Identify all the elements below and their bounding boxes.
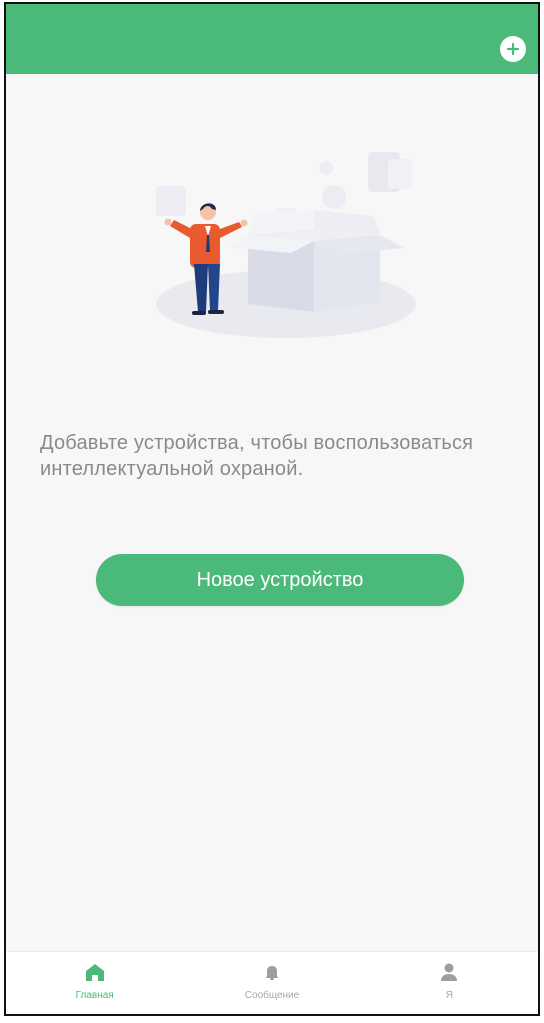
- empty-state-illustration: [136, 134, 426, 354]
- tab-home-label: Главная: [75, 990, 114, 1001]
- bell-icon: [266, 966, 278, 980]
- bottom-tab-bar: Главная Сообщение Я: [6, 951, 538, 1014]
- tab-home[interactable]: Главная: [6, 952, 183, 1014]
- app-screen: Добавьте устройства, чтобы воспользовать…: [4, 2, 540, 1016]
- user-icon: [441, 963, 458, 981]
- top-app-bar: [6, 4, 538, 74]
- plus-circle-icon: [506, 42, 520, 56]
- tab-messages-label: Сообщение: [244, 990, 300, 1001]
- tab-profile[interactable]: Я: [361, 952, 538, 1014]
- empty-state-message: Добавьте устройства, чтобы воспользовать…: [40, 432, 474, 480]
- add-device-button[interactable]: [500, 36, 526, 62]
- tab-profile-label: Я: [445, 990, 453, 1001]
- tab-messages[interactable]: Сообщение: [183, 952, 360, 1014]
- home-icon: [85, 964, 104, 981]
- new-device-button[interactable]: Новое устройство: [96, 554, 464, 606]
